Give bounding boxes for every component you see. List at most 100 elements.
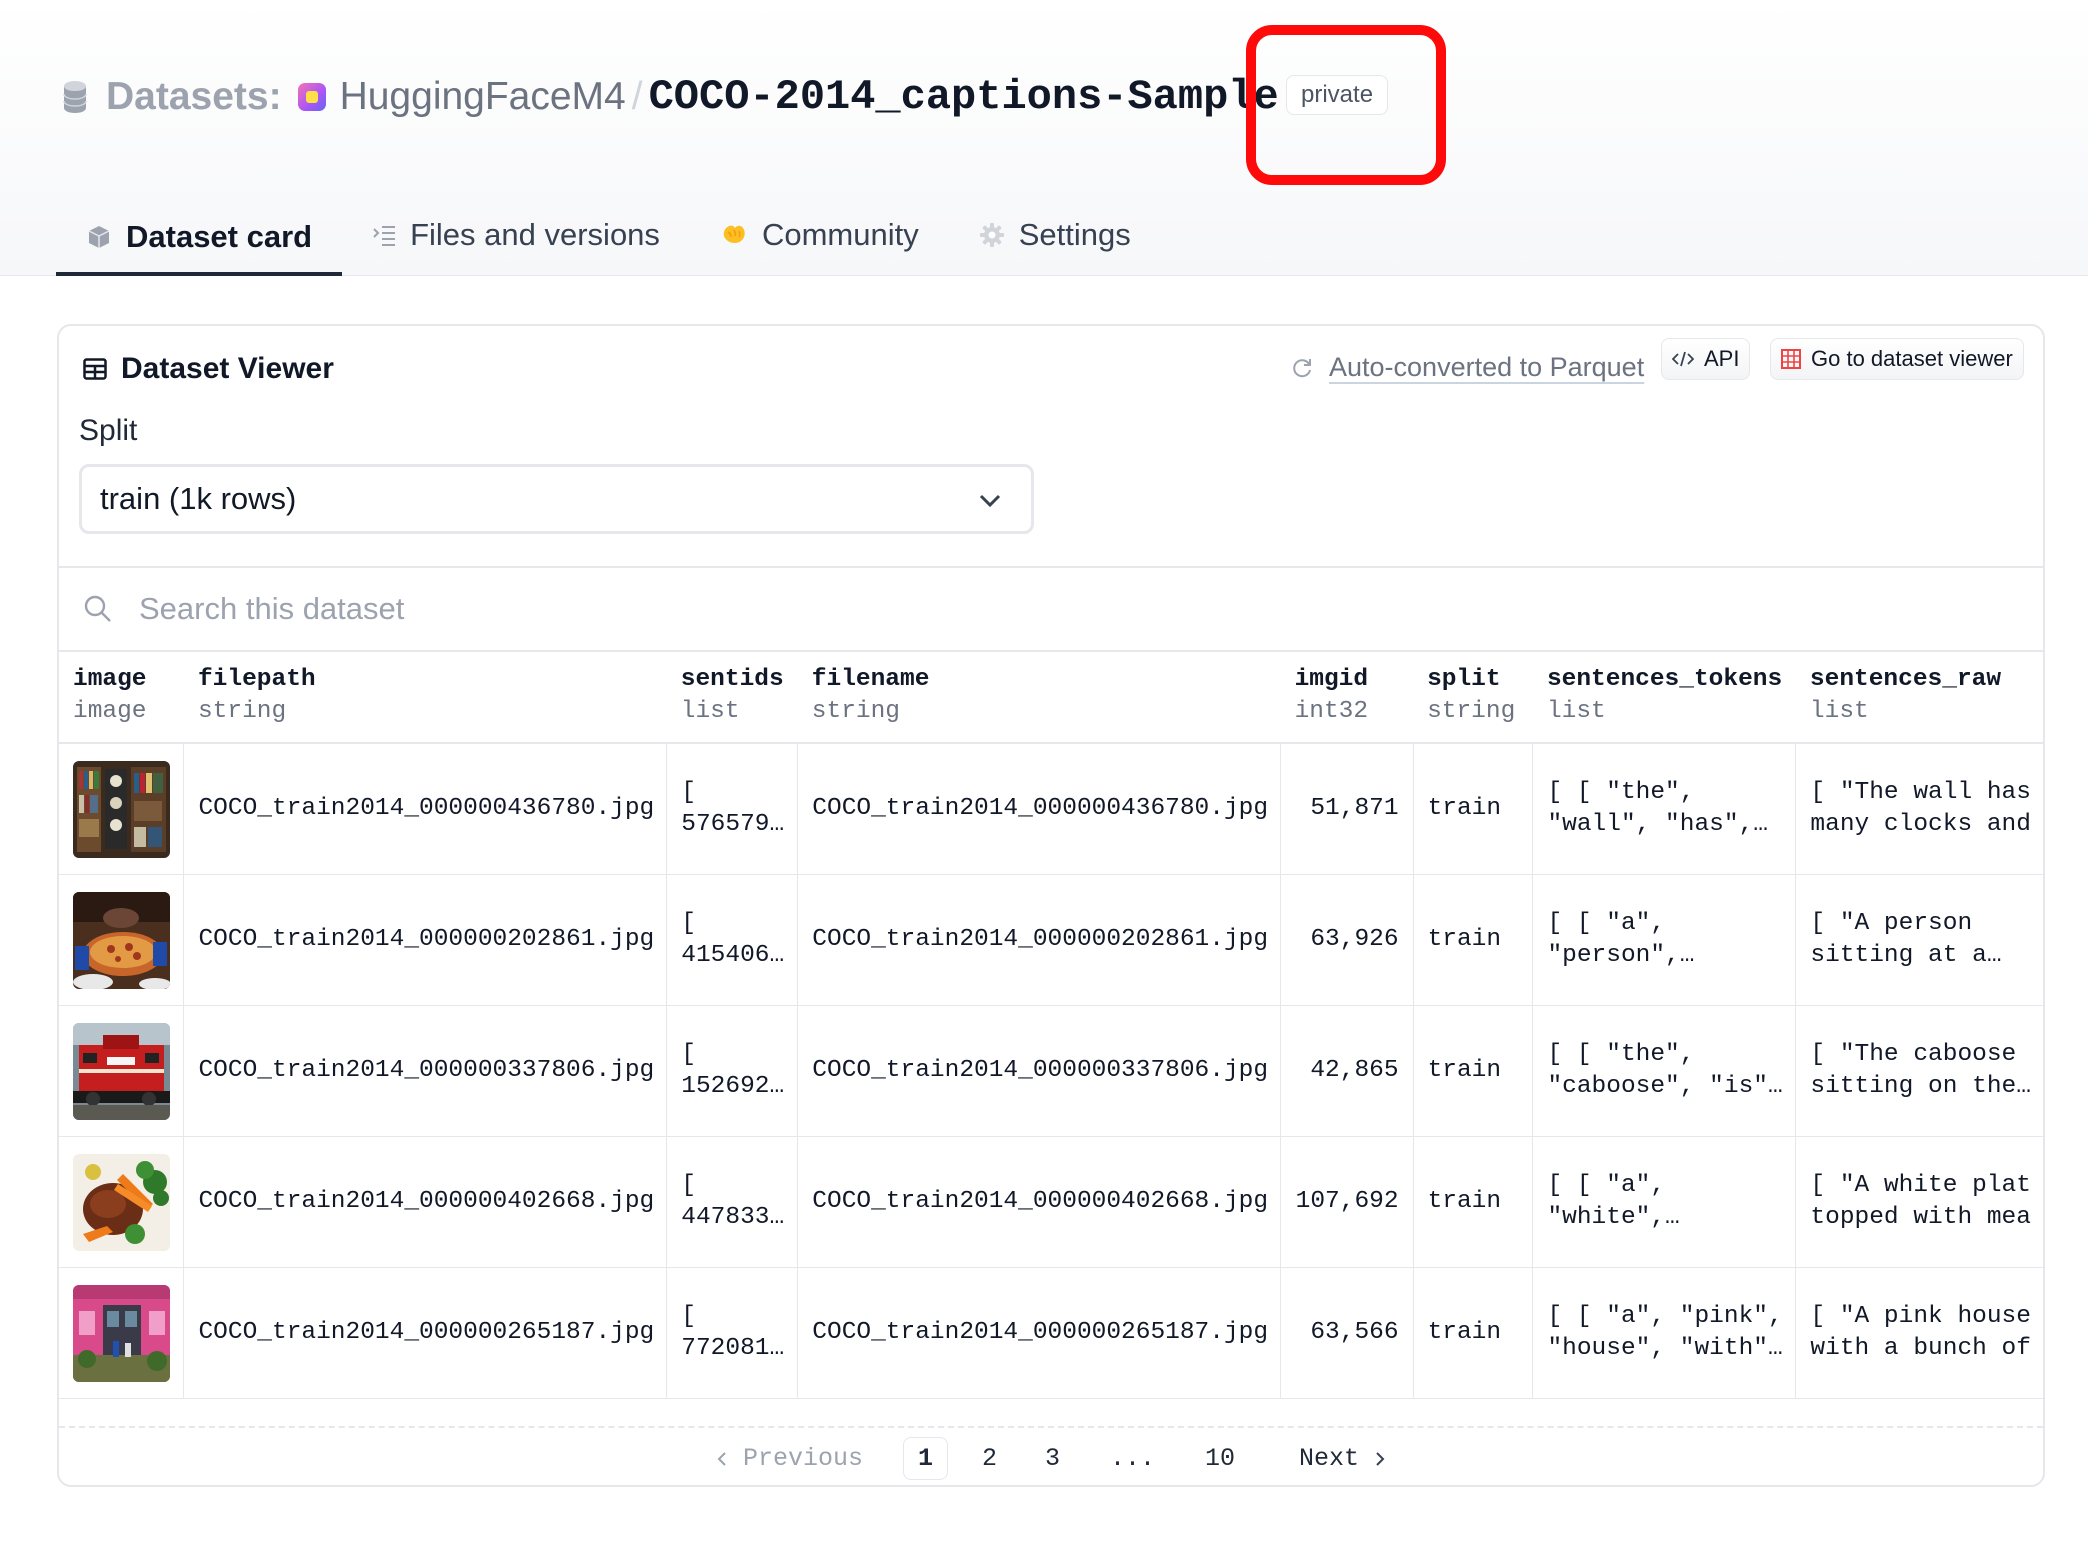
- api-button[interactable]: API: [1661, 338, 1751, 380]
- column-name: sentences_raw: [1809, 666, 2002, 693]
- cell-line: [: [681, 1041, 696, 1068]
- repo-title-row: Datasets: HuggingFaceM4 / COCO-2014_capt…: [62, 72, 1319, 122]
- table-icon: [83, 358, 107, 380]
- sentids-cell[interactable]: [ 447833…: [666, 1136, 799, 1268]
- column-header[interactable]: imgid int32: [1280, 652, 1414, 744]
- sentences-tokens-cell[interactable]: [ [ "the", "wall", "has",…: [1532, 743, 1797, 875]
- split-cell[interactable]: train: [1413, 1136, 1534, 1268]
- next-page-button[interactable]: Next: [1299, 1444, 1387, 1473]
- cell-line: "caboose", "is"…: [1547, 1073, 1783, 1100]
- image-cell[interactable]: [59, 1005, 185, 1137]
- imgid-cell[interactable]: 42,865: [1280, 1005, 1414, 1137]
- imgid-cell[interactable]: 63,566: [1280, 1267, 1414, 1399]
- column-header[interactable]: sentences_raw list: [1795, 652, 2043, 744]
- split-select[interactable]: train (1k rows): [79, 464, 1034, 534]
- viewer-title: Dataset Viewer: [83, 352, 334, 386]
- column-header[interactable]: sentences_tokens list: [1532, 652, 1796, 744]
- split-cell[interactable]: train: [1413, 874, 1534, 1006]
- thumbnail-clocks-bookshelf[interactable]: [73, 760, 170, 858]
- org-link[interactable]: HuggingFaceM4: [340, 75, 626, 119]
- thumbnail-pink-house[interactable]: [73, 1284, 170, 1382]
- image-cell[interactable]: [59, 874, 185, 1006]
- filename-cell[interactable]: COCO_train2014_000000265187.jpg: [797, 1267, 1282, 1399]
- column-header[interactable]: image image: [59, 652, 184, 744]
- thumbnail-pizza-table[interactable]: [73, 891, 170, 989]
- auto-converted-parquet-link[interactable]: Auto-converted to Parquet: [1291, 352, 1644, 383]
- tab-label: Files and versions: [410, 217, 660, 252]
- cell-line: "wall", "has",…: [1547, 811, 1768, 838]
- repo-name[interactable]: COCO-2014_captions-Sample: [649, 73, 1279, 121]
- column-header[interactable]: sentids list: [666, 652, 798, 744]
- page-10-button[interactable]: 10: [1191, 1438, 1249, 1479]
- dataset-card-icon: [88, 226, 110, 248]
- page-2-button[interactable]: 2: [968, 1438, 1011, 1479]
- page-3-button[interactable]: 3: [1031, 1438, 1074, 1479]
- table-header-row: image image filepath string sentids list fi…: [59, 652, 2043, 744]
- search-icon: [84, 595, 111, 622]
- org-avatar[interactable]: [297, 83, 326, 111]
- thumbnail-red-caboose[interactable]: [73, 1022, 170, 1120]
- filepath-cell[interactable]: COCO_train2014_000000337806.jpg: [183, 1005, 668, 1137]
- search-input[interactable]: [137, 590, 1341, 628]
- cell-line: [ "The wall has: [1810, 779, 2031, 806]
- chevron-left-icon: [717, 1451, 726, 1466]
- sentences-raw-cell[interactable]: [ "A person sitting at a…: [1795, 874, 2043, 1006]
- go-to-dataset-viewer-button[interactable]: Go to dataset viewer: [1770, 338, 2024, 380]
- table-row[interactable]: COCO_train2014_000000202861.jpg [ 415406…: [59, 874, 2043, 1006]
- tab-dataset-card[interactable]: Dataset card: [56, 198, 343, 276]
- table-row[interactable]: COCO_train2014_000000436780.jpg [ 576579…: [59, 743, 2043, 875]
- split-cell[interactable]: train: [1413, 743, 1534, 875]
- sentids-cell[interactable]: [ 415406…: [666, 874, 799, 1006]
- tab-files-and-versions[interactable]: Files and versions: [342, 198, 690, 272]
- sentences-raw-cell[interactable]: [ "A white plat topped with mea: [1795, 1136, 2043, 1268]
- filename-cell[interactable]: COCO_train2014_000000436780.jpg: [797, 743, 1282, 875]
- column-header[interactable]: filename string: [797, 652, 1281, 744]
- filepath-cell[interactable]: COCO_train2014_000000202861.jpg: [183, 874, 668, 1006]
- sentids-cell[interactable]: [ 152692…: [666, 1005, 799, 1137]
- cell-line: [: [681, 779, 696, 806]
- filename-cell[interactable]: COCO_train2014_000000202861.jpg: [797, 874, 1282, 1006]
- table-row[interactable]: COCO_train2014_000000402668.jpg [ 447833…: [59, 1136, 2043, 1268]
- filepath-cell[interactable]: COCO_train2014_000000436780.jpg: [183, 743, 668, 875]
- table-row[interactable]: COCO_train2014_000000337806.jpg [ 152692…: [59, 1005, 2043, 1137]
- previous-page-button[interactable]: Previous: [715, 1444, 863, 1473]
- cell-line: [: [681, 910, 696, 937]
- cell-line: [ [ "a",: [1547, 1172, 1666, 1199]
- filename-cell[interactable]: COCO_train2014_000000402668.jpg: [797, 1136, 1282, 1268]
- cell-line: [ "A white plat: [1810, 1172, 2031, 1199]
- sentences-tokens-cell[interactable]: [ [ "a", "person",…: [1532, 874, 1797, 1006]
- pagination: Previous 1 2 3 ... 10 Next: [59, 1426, 2043, 1485]
- image-cell[interactable]: [59, 1136, 185, 1268]
- column-header[interactable]: filepath string: [183, 652, 667, 744]
- tab-community[interactable]: Community: [690, 198, 949, 272]
- sentences-raw-cell[interactable]: [ "The caboose sitting on the…: [1795, 1005, 2043, 1137]
- image-cell[interactable]: [59, 1267, 185, 1399]
- column-name: imgid: [1294, 666, 1369, 693]
- sentids-cell[interactable]: [ 772081…: [666, 1267, 799, 1399]
- sentences-raw-cell[interactable]: [ "The wall has many clocks and: [1795, 743, 2043, 875]
- split-cell[interactable]: train: [1413, 1005, 1534, 1137]
- filepath-cell[interactable]: COCO_train2014_000000265187.jpg: [183, 1267, 668, 1399]
- parquet-link-text: Auto-converted to Parquet: [1329, 352, 1645, 382]
- tab-settings[interactable]: Settings: [949, 198, 1161, 272]
- image-cell[interactable]: [59, 743, 185, 875]
- imgid-cell[interactable]: 63,926: [1280, 874, 1414, 1006]
- sentences-tokens-cell[interactable]: [ [ "a", "pink", "house", "with"…: [1532, 1267, 1797, 1399]
- sentences-tokens-cell[interactable]: [ [ "the", "caboose", "is"…: [1532, 1005, 1797, 1137]
- split-cell[interactable]: train: [1413, 1267, 1534, 1399]
- imgid-cell[interactable]: 107,692: [1280, 1136, 1414, 1268]
- sentences-tokens-cell[interactable]: [ [ "a", "white",…: [1532, 1136, 1797, 1268]
- filename-cell[interactable]: COCO_train2014_000000337806.jpg: [797, 1005, 1282, 1137]
- filepath-cell[interactable]: COCO_train2014_000000402668.jpg: [183, 1136, 668, 1268]
- column-header[interactable]: split string: [1413, 652, 1533, 744]
- sentences-raw-cell[interactable]: [ "A pink house with a bunch of: [1795, 1267, 2043, 1399]
- thumbnail-plate-vegetables[interactable]: [73, 1153, 170, 1251]
- database-icon: [63, 81, 87, 113]
- table-row[interactable]: COCO_train2014_000000265187.jpg [ 772081…: [59, 1267, 2043, 1399]
- cell-line: many clocks and: [1810, 811, 2031, 838]
- page-1-button[interactable]: 1: [902, 1437, 948, 1480]
- sentids-cell[interactable]: [ 576579…: [666, 743, 799, 875]
- cell-line: [ [ "the",: [1547, 1041, 1695, 1068]
- refresh-icon: [1293, 358, 1311, 377]
- imgid-cell[interactable]: 51,871: [1280, 743, 1414, 875]
